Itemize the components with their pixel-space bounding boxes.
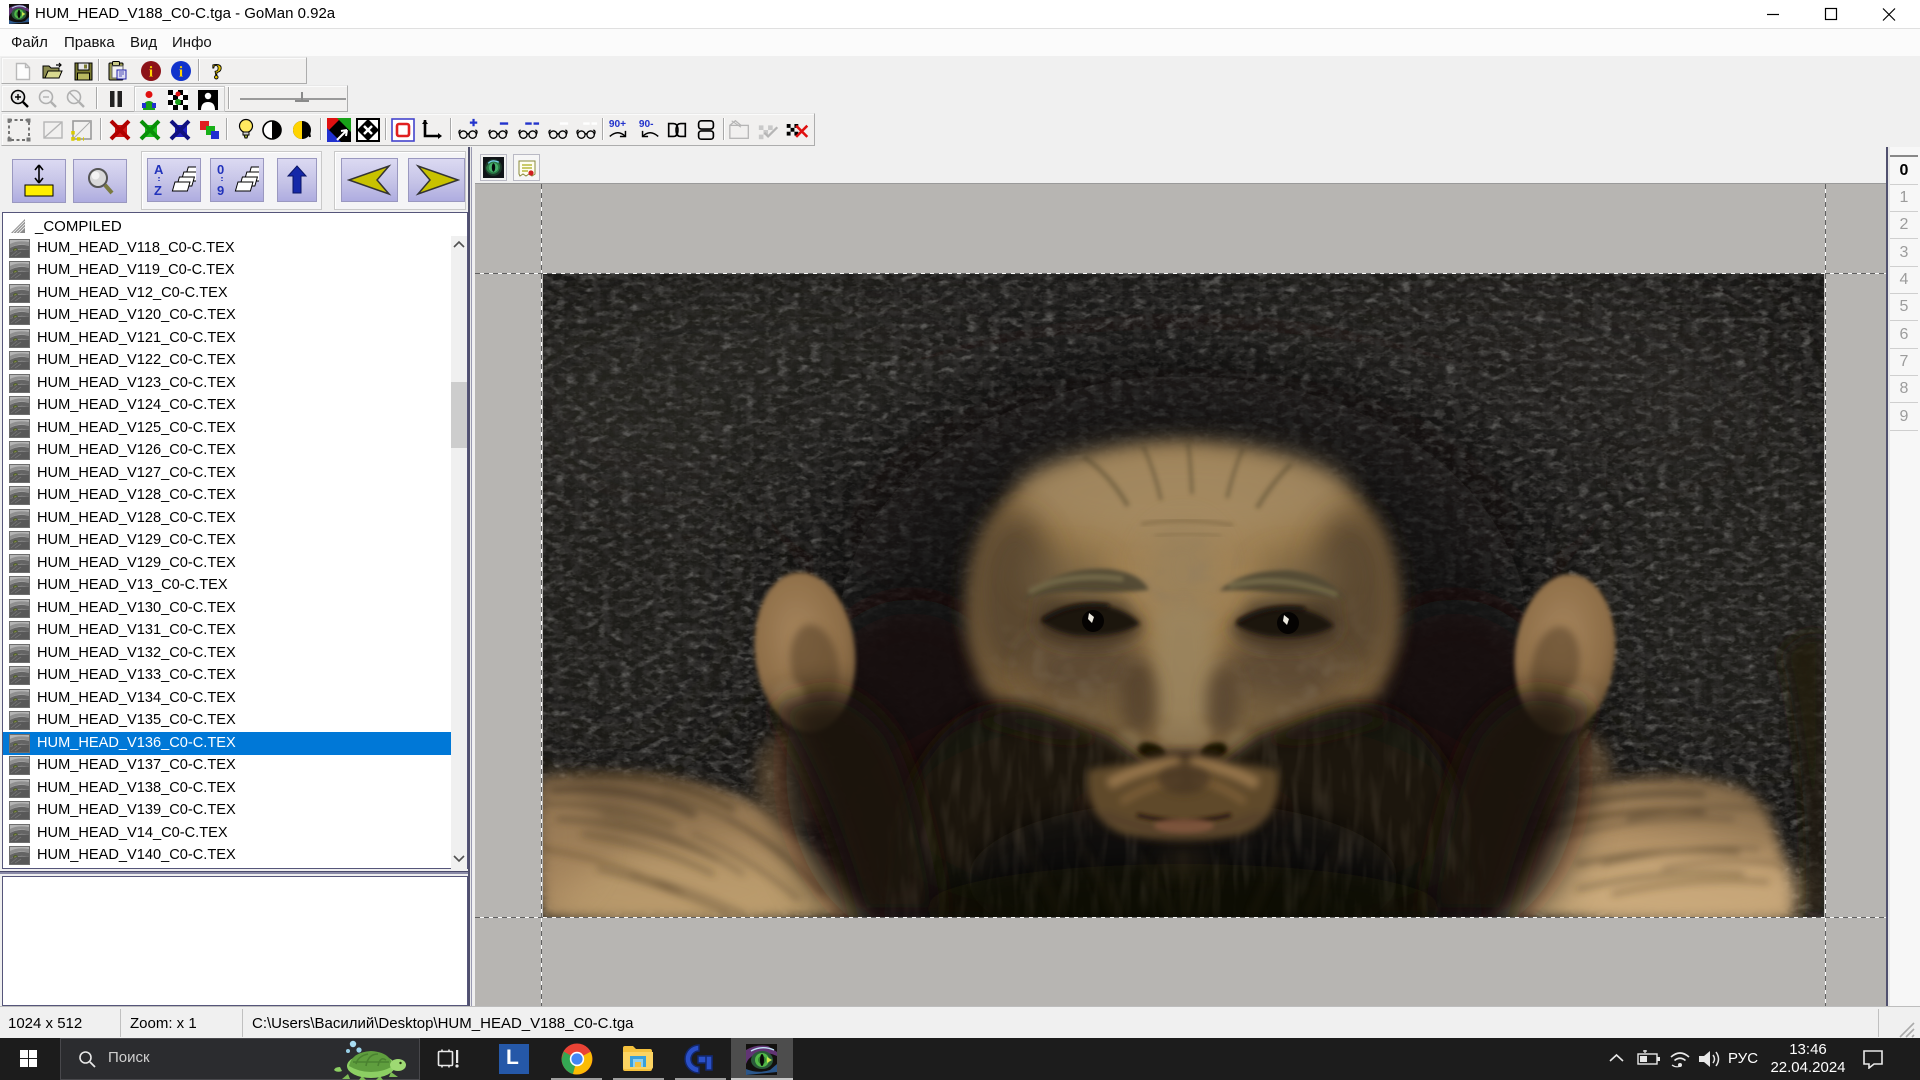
svg-text:9: 9: [217, 183, 224, 198]
svg-text:A: A: [154, 162, 164, 177]
svg-text:0: 0: [217, 162, 224, 177]
svg-text:?: ?: [212, 60, 223, 82]
svg-text:90+: 90+: [609, 119, 626, 130]
svg-text:i: i: [179, 65, 183, 81]
svg-text:90-: 90-: [639, 119, 654, 130]
svg-text:Z: Z: [154, 183, 162, 198]
svg-text:i: i: [149, 65, 153, 81]
